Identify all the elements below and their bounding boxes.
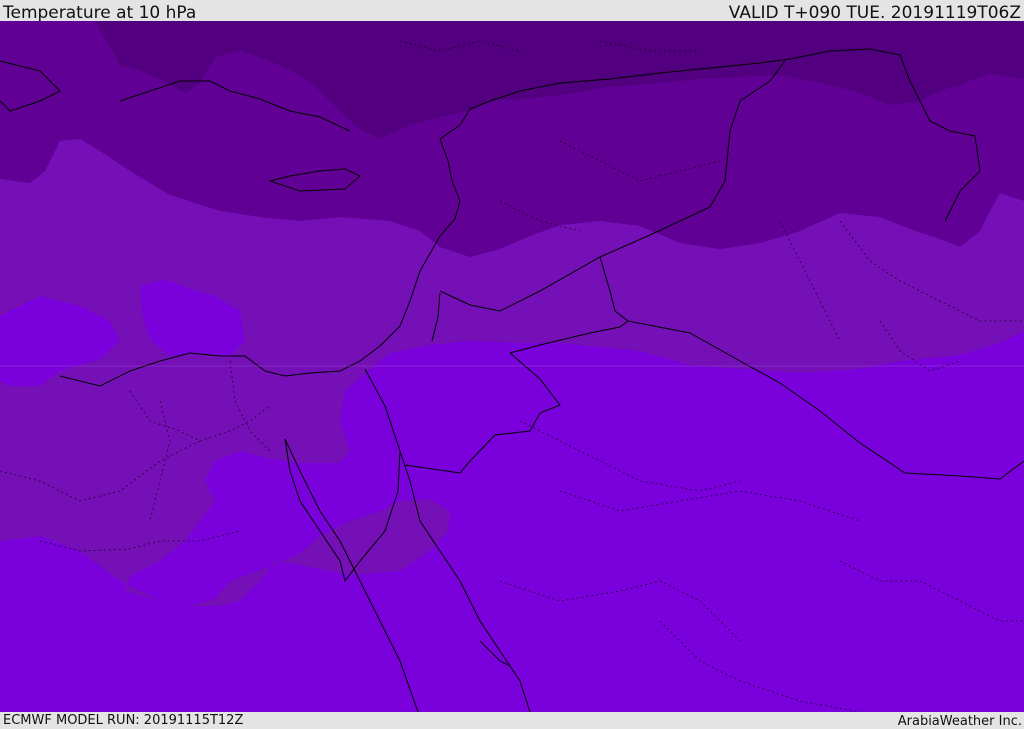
temperature-map	[0, 21, 1024, 712]
credit-label: ArabiaWeather Inc.	[897, 714, 1022, 729]
map-footer: ECMWF MODEL RUN: 20191115T12Z ArabiaWeat…	[0, 712, 1024, 729]
map-header: Temperature at 10 hPa VALID T+090 TUE. 2…	[0, 0, 1024, 23]
valid-time: VALID T+090 TUE. 20191119T06Z	[728, 3, 1021, 23]
model-run-label: ECMWF MODEL RUN: 20191115T12Z	[3, 713, 244, 728]
map-title: Temperature at 10 hPa	[3, 3, 197, 23]
